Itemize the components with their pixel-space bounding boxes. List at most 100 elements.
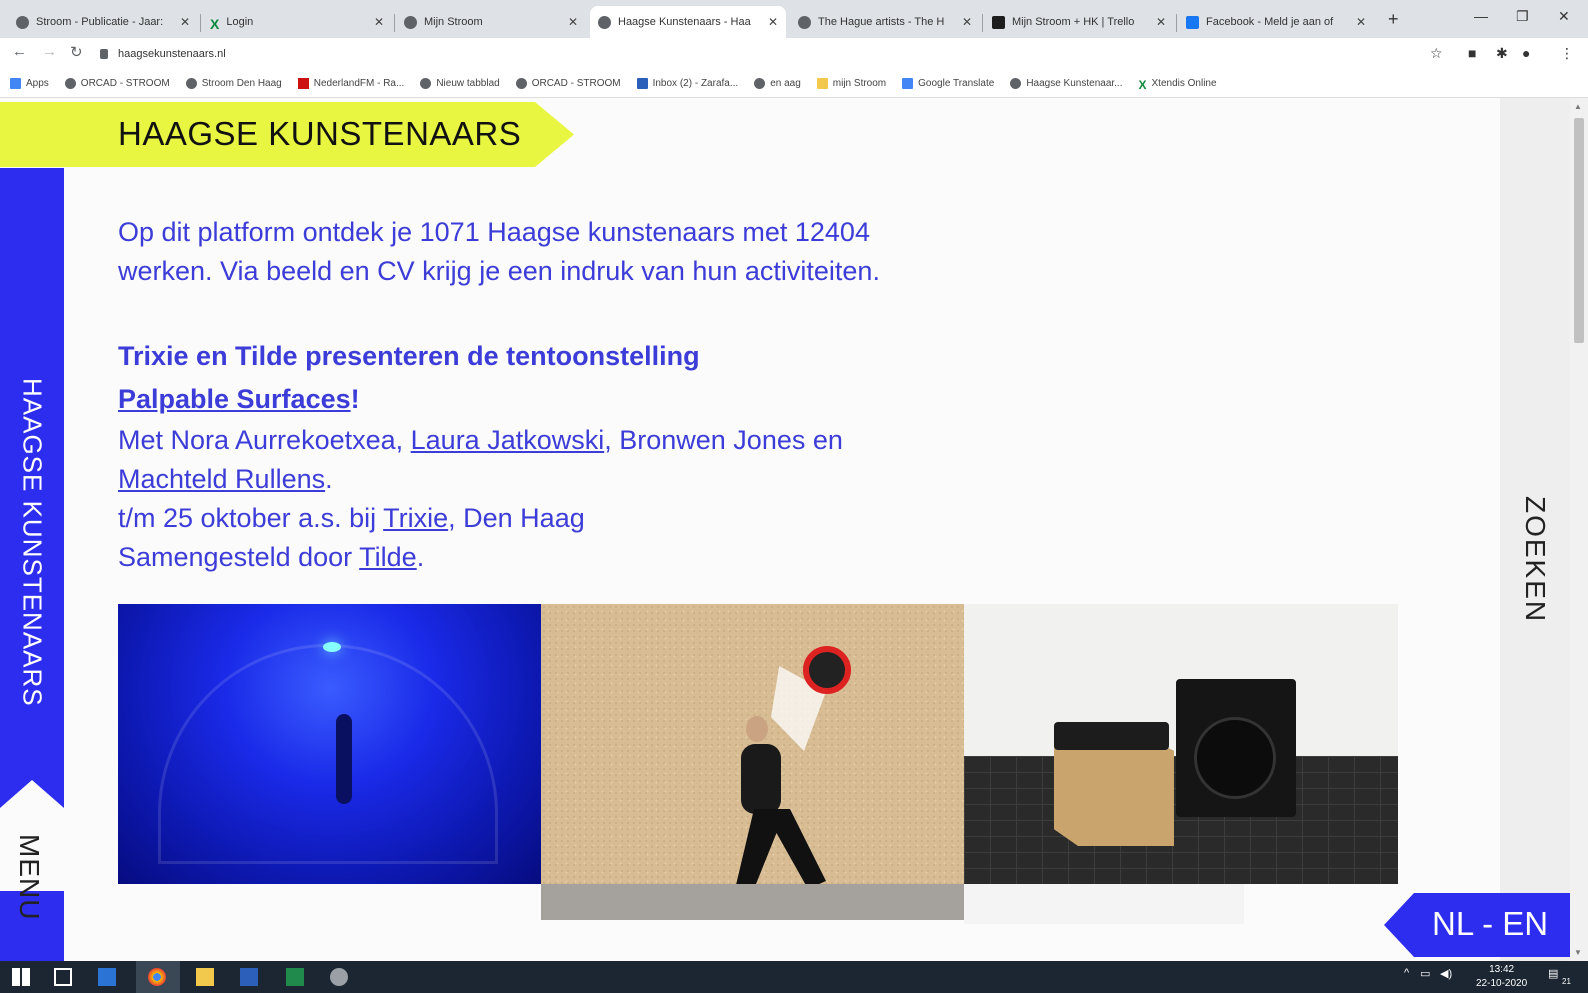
browser-tab[interactable]: The Hague artists - The H ✕ <box>790 6 980 38</box>
url-text: haagsekunstenaars.nl <box>118 47 226 60</box>
reload-icon[interactable]: ↻ <box>70 43 83 61</box>
globe-icon <box>1010 77 1022 89</box>
address-bar: ← → ↻ haagsekunstenaars.nl ☆ ■ ✱ ● ⋮ <box>0 38 1588 69</box>
bookmark-item[interactable]: X Xtendis Online <box>1138 77 1217 92</box>
browser-tab[interactable]: Stroom - Publicatie - Jaar: ✕ <box>8 6 198 38</box>
volume-icon[interactable]: ◀) <box>1440 967 1452 980</box>
notification-icon[interactable]: ▤ <box>1548 967 1558 980</box>
bookmark-item[interactable]: NederlandFM - Ra... <box>297 77 404 89</box>
task-view-icon[interactable] <box>54 968 72 986</box>
bookmark-item[interactable]: en aag <box>754 77 801 89</box>
browser-tab[interactable]: X Login ✕ <box>202 6 392 38</box>
close-icon[interactable]: ✕ <box>1156 15 1166 29</box>
site-title: HAAGSE KUNSTENAARS <box>118 115 522 152</box>
tab-title: Facebook - Meld je aan of <box>1206 16 1334 28</box>
scrollbar-thumb[interactable] <box>1574 118 1584 343</box>
close-icon[interactable]: ✕ <box>962 15 972 29</box>
bookmark-item[interactable]: Google Translate <box>902 77 994 89</box>
artwork-image-amplifier[interactable] <box>964 604 1398 884</box>
globe-icon <box>185 77 197 89</box>
word-icon[interactable] <box>240 968 258 986</box>
forward-icon[interactable]: → <box>42 43 57 60</box>
menu-label: MENU <box>14 834 45 921</box>
close-window-button[interactable]: ✕ <box>1558 8 1570 25</box>
tab-title: Mijn Stroom + HK | Trello <box>1012 16 1135 28</box>
star-icon[interactable]: ☆ <box>1430 45 1443 62</box>
globe-icon <box>404 15 417 29</box>
translate-icon <box>902 77 914 89</box>
start-icon[interactable] <box>12 968 30 986</box>
minimize-button[interactable]: — <box>1474 8 1488 24</box>
search-label[interactable]: ZOEKEN <box>1519 496 1551 623</box>
scrollbar[interactable]: ▲ ▼ <box>1570 98 1588 961</box>
browser-tab[interactable]: Mijn Stroom ✕ <box>396 6 586 38</box>
file-explorer-icon[interactable] <box>196 968 214 986</box>
tab-title: Stroom - Publicatie - Jaar: <box>36 16 164 28</box>
bookmark-item[interactable]: ORCAD - STROOM <box>64 77 170 89</box>
exhibition-link[interactable]: Palpable Surfaces <box>118 384 351 414</box>
windows-taskbar: ^ ▭ ◀) 13:42 22-10-2020 ▤ 21 <box>0 961 1588 993</box>
bookmark-item[interactable]: Inbox (2) - Zarafa... <box>636 77 738 89</box>
close-icon[interactable]: ✕ <box>1356 15 1366 29</box>
puzzle-icon[interactable]: ✱ <box>1496 45 1508 62</box>
artwork-image[interactable] <box>964 884 1244 924</box>
x-icon: X <box>1138 77 1147 92</box>
browser-tab-active[interactable]: Haagse Kunstenaars - Haa ✕ <box>590 6 786 38</box>
maximize-button[interactable]: ❐ <box>1516 8 1529 25</box>
artwork-gallery <box>118 604 1398 924</box>
artist-link[interactable]: Machteld Rullens <box>118 464 325 494</box>
back-icon[interactable]: ← <box>12 43 27 60</box>
language-label: NL - EN <box>1432 905 1549 942</box>
excel-icon[interactable] <box>286 968 304 986</box>
network-icon[interactable]: ▭ <box>1420 967 1430 980</box>
trello-icon <box>992 15 1005 29</box>
profile-icon[interactable]: ● <box>1522 45 1530 61</box>
close-icon[interactable]: ✕ <box>374 15 384 29</box>
exclamation: ! <box>350 384 360 414</box>
globe-icon <box>16 15 29 29</box>
page-viewport: HAAGSE KUNSTENAARS HAAGSE KUNSTENAARS ME… <box>0 98 1588 961</box>
chevron-up-icon[interactable]: ^ <box>1404 967 1409 979</box>
artwork-image-blue-vault[interactable] <box>118 604 541 884</box>
feature-heading: Trixie en Tilde presenteren de tentoonst… <box>118 341 700 371</box>
globe-icon <box>420 77 432 89</box>
extension-icon[interactable]: ■ <box>1468 45 1476 61</box>
bookmark-item[interactable]: mijn Stroom <box>816 77 886 89</box>
folder-icon <box>816 77 828 89</box>
featured-exhibition: Trixie en Tilde presenteren de tentoonst… <box>118 335 938 577</box>
chrome-icon[interactable] <box>148 968 166 986</box>
bookmark-item[interactable]: Haagse Kunstenaar... <box>1010 77 1123 89</box>
site-banner[interactable]: HAAGSE KUNSTENAARS <box>0 102 574 167</box>
bookmark-item[interactable]: Stroom Den Haag <box>185 77 282 89</box>
more-menu-icon[interactable]: ⋮ <box>1560 45 1574 62</box>
globe-icon <box>598 15 611 29</box>
curator-link[interactable]: Tilde <box>359 542 417 572</box>
intro-text: Op dit platform ontdek je 1071 Haagse ku… <box>118 217 880 286</box>
mail-icon <box>636 77 648 89</box>
close-icon[interactable]: ✕ <box>768 15 778 29</box>
tab-title: Mijn Stroom <box>424 16 483 28</box>
venue-link[interactable]: Trixie <box>383 503 448 533</box>
browser-tab[interactable]: Mijn Stroom + HK | Trello ✕ <box>984 6 1174 38</box>
system-clock[interactable]: 13:42 22-10-2020 <box>1476 963 1527 991</box>
new-tab-button[interactable]: + <box>1388 9 1399 30</box>
artwork-image-dancer[interactable] <box>541 604 964 920</box>
url-field[interactable]: haagsekunstenaars.nl <box>100 42 1420 65</box>
artist-link[interactable]: Laura Jatkowski <box>411 425 605 455</box>
bookmarks-bar: Apps ORCAD - STROOM Stroom Den Haag Nede… <box>0 69 1588 98</box>
outlook-icon[interactable] <box>98 968 116 986</box>
bookmark-item[interactable]: Nieuw tabblad <box>420 77 500 89</box>
sidebar-title: HAAGSE KUNSTENAARS <box>17 378 48 707</box>
app-icon[interactable] <box>330 968 348 986</box>
apps-grid-icon <box>10 77 21 89</box>
facebook-icon <box>1186 15 1199 29</box>
language-switch[interactable]: NL - EN <box>1384 893 1570 957</box>
globe-icon <box>754 77 766 89</box>
close-icon[interactable]: ✕ <box>180 15 190 29</box>
globe-icon <box>64 77 76 89</box>
browser-tab[interactable]: Facebook - Meld je aan of ✕ <box>1178 6 1374 38</box>
bookmark-item[interactable]: Apps <box>10 77 49 89</box>
close-icon[interactable]: ✕ <box>568 15 578 29</box>
bookmark-item[interactable]: ORCAD - STROOM <box>515 77 621 89</box>
notification-count: 21 <box>1562 977 1571 986</box>
